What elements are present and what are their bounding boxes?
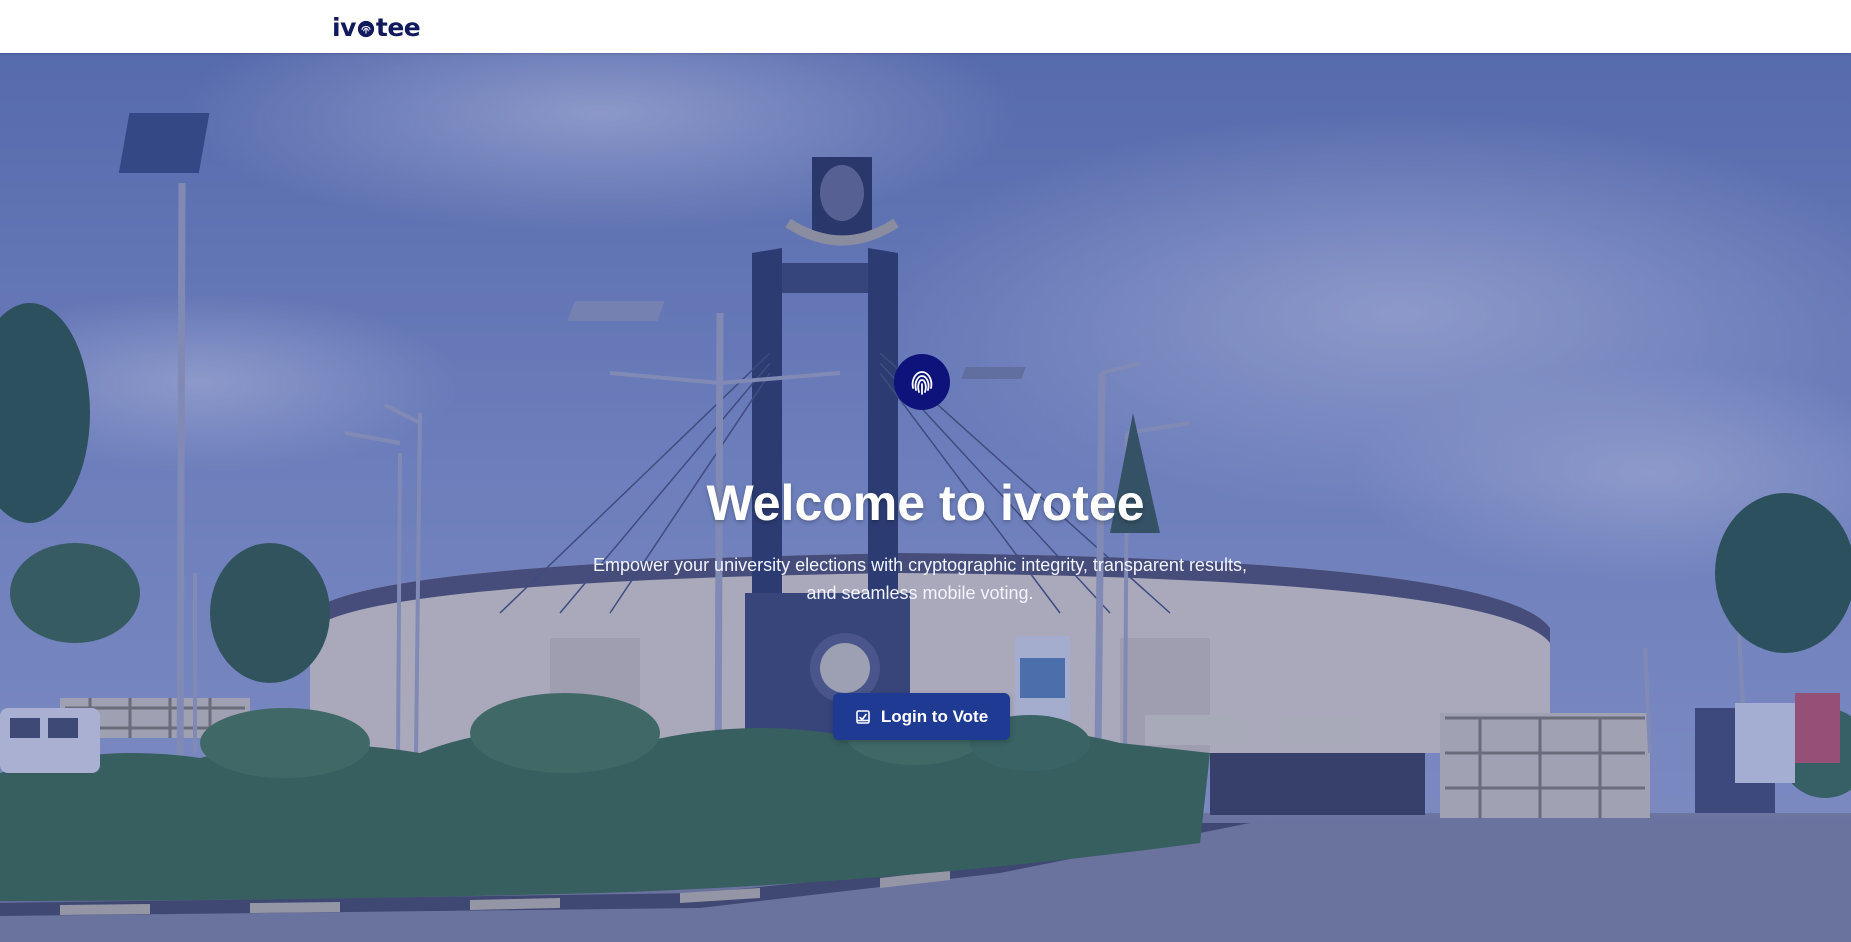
hero-section: Welcome to ivotee Empower your universit… [0, 53, 1851, 942]
hero-title: Welcome to ivotee [706, 475, 1145, 531]
top-navbar: iv tee [0, 0, 1851, 53]
fingerprint-icon [911, 371, 933, 395]
ballot-check-icon [856, 709, 870, 724]
hero-content: Welcome to ivotee Empower your universit… [0, 53, 1851, 942]
hero-subtitle: Empower your university elections with c… [593, 555, 1247, 603]
login-button-label: Login to Vote [880, 706, 989, 726]
logo-text-prefix: iv [332, 12, 356, 42]
fingerprint-o-icon [357, 20, 374, 37]
fingerprint-badge [894, 354, 950, 410]
logo-text-suffix: tee [375, 12, 421, 42]
ivotee-logo[interactable]: iv tee [332, 12, 421, 42]
login-to-vote-button[interactable]: Login to Vote [833, 693, 1010, 740]
